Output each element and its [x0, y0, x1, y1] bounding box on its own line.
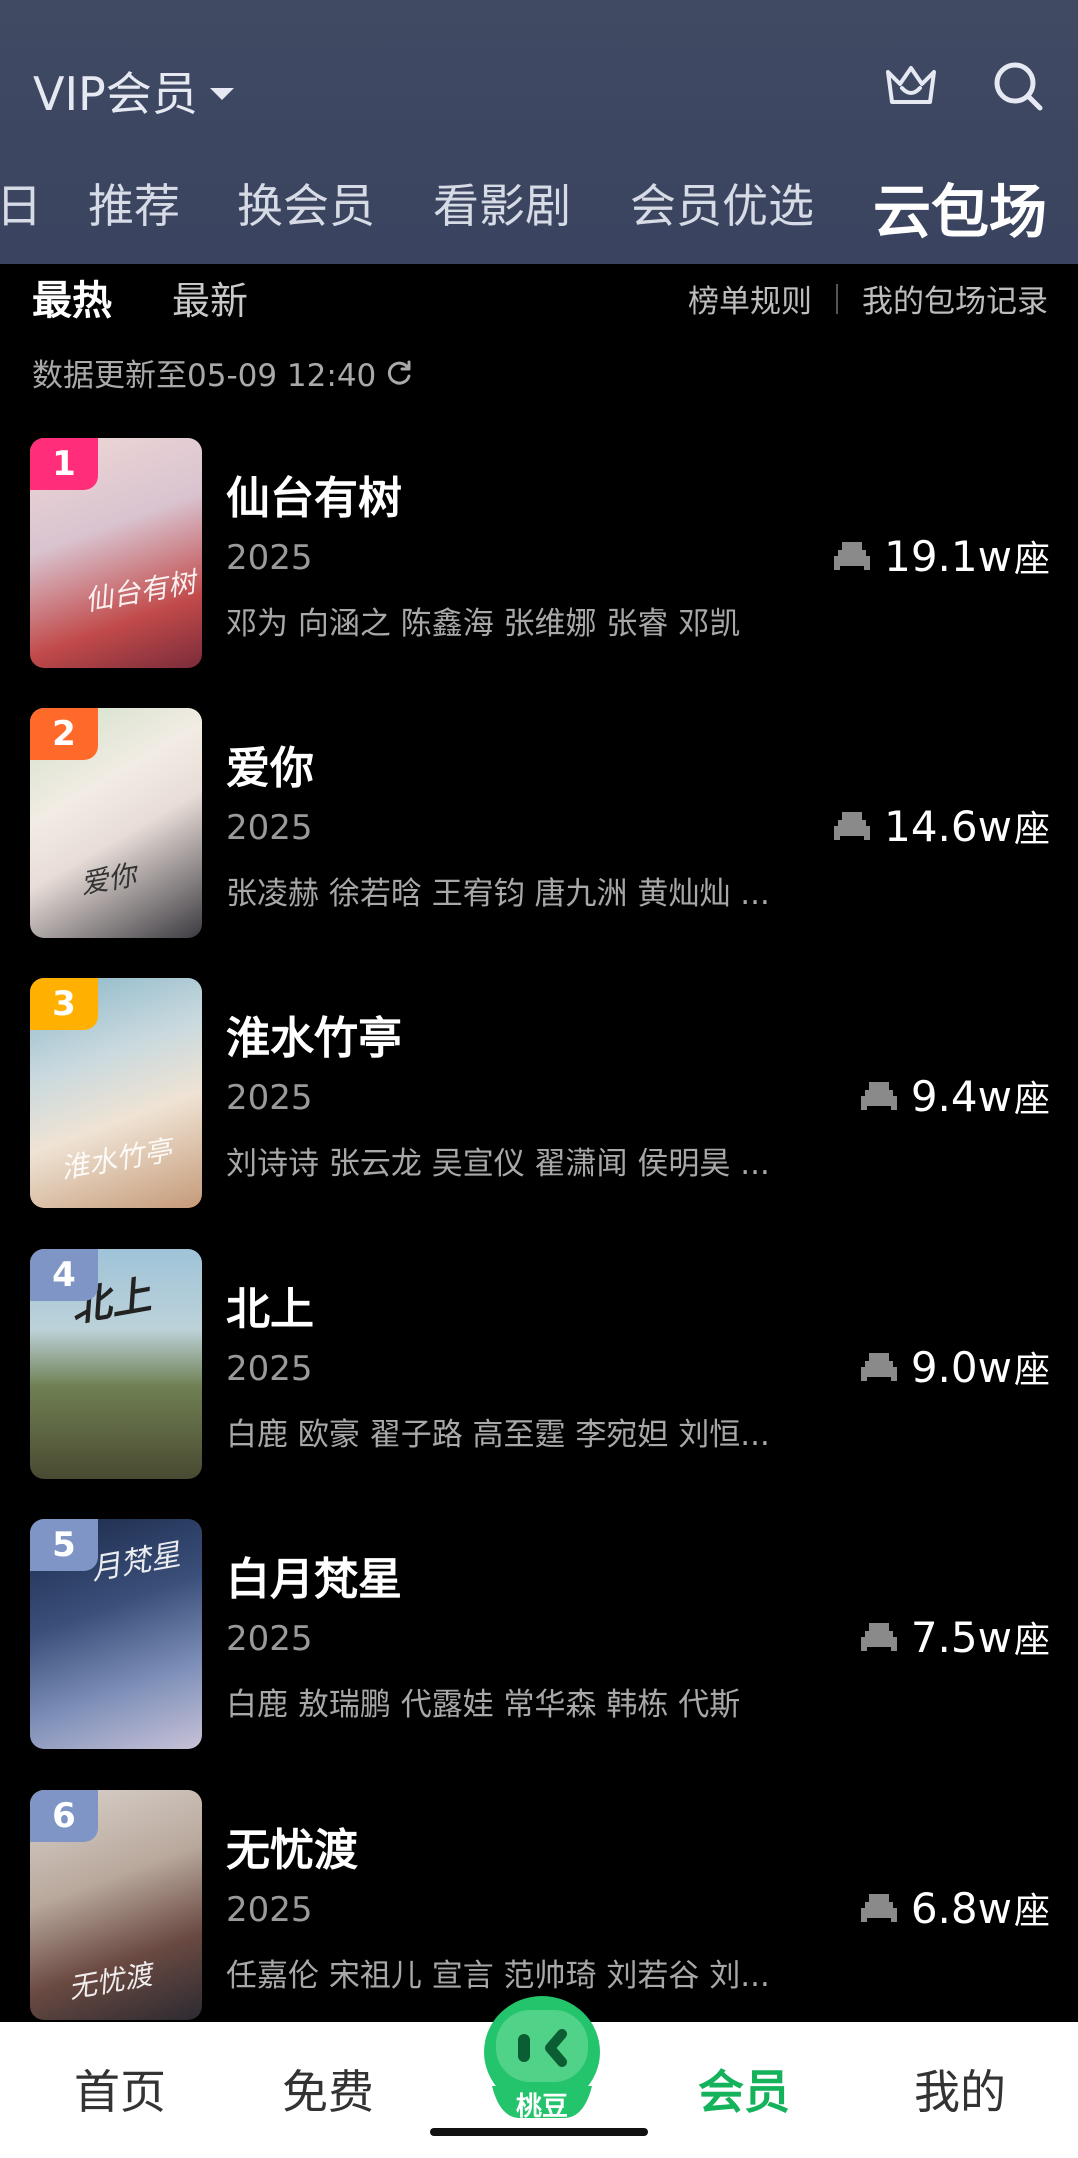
title: 仙台有树	[226, 473, 402, 524]
rank-badge: 4	[30, 1249, 98, 1301]
tab-movies-shows[interactable]: 看影剧	[433, 170, 571, 236]
crown-icon[interactable]	[882, 58, 940, 114]
seat-number: 9.4w	[910, 1071, 1012, 1121]
top-header: VIP会员 日 推荐 换会员 看影剧 会员优选 云包场	[0, 0, 1078, 264]
seat-icon	[834, 812, 871, 840]
seat-unit: 座	[1013, 539, 1050, 580]
poster-image: 爱你 2	[30, 708, 202, 938]
poster-title-art: 月梵星	[88, 1537, 183, 1588]
title: 无忧渡	[226, 1825, 358, 1876]
seat-unit: 座	[1013, 1079, 1050, 1120]
taodou-mascot-button[interactable]: 桃豆	[480, 1990, 604, 2124]
home-indicator	[430, 2128, 648, 2136]
poster-image: 月梵星 5	[30, 1519, 202, 1749]
cast: 任嘉伦 宋祖儿 宣言 范帅琦 刘若谷 刘...	[226, 1958, 770, 1994]
rank-badge: 1	[30, 438, 98, 490]
poster-title-art: 淮水竹亭	[58, 1133, 175, 1186]
seat-number: 6.8w	[910, 1883, 1012, 1933]
title: 北上	[226, 1284, 314, 1335]
cast: 邓为 向涵之 陈鑫海 张维娜 张睿 邓凯	[226, 606, 741, 642]
seat-unit: 座	[1013, 809, 1050, 850]
sort-hot-tab[interactable]: 最热	[32, 268, 112, 326]
cast: 白鹿 欧豪 翟子路 高至霆 李宛妲 刘恒...	[226, 1417, 770, 1453]
seat-icon	[860, 1353, 897, 1381]
seat-count: 9.0w 座	[859, 1341, 1050, 1393]
poster-title-art: 无忧渡	[66, 1957, 155, 2006]
seat-number: 14.6w	[884, 801, 1012, 851]
update-text: 数据更新至05-09 12:40	[32, 358, 377, 394]
poster-image: 无忧渡 6	[30, 1790, 202, 2020]
list-item[interactable]: 爱你 2 爱你 2025 张凌赫 徐若晗 王宥钧 唐九洲 黄灿灿 ... 14.…	[0, 708, 1078, 940]
poster-title-art: 爱你	[77, 858, 139, 901]
ranking-rules-link[interactable]: 榜单规则	[688, 276, 812, 321]
nav-free[interactable]: 免费	[282, 2056, 374, 2122]
cast: 张凌赫 徐若晗 王宥钧 唐九洲 黄灿灿 ...	[226, 876, 770, 912]
sort-toggle: 最热 最新	[32, 268, 248, 326]
seat-number: 7.5w	[910, 1612, 1012, 1662]
tab-recommend[interactable]: 推荐	[88, 170, 180, 236]
year: 2025	[226, 1349, 313, 1389]
search-icon[interactable]	[990, 58, 1046, 114]
list-item[interactable]: 仙台有树 1 仙台有树 2025 邓为 向涵之 陈鑫海 张维娜 张睿 邓凯 19…	[0, 438, 1078, 670]
vip-title-label: VIP会员	[33, 67, 198, 121]
refresh-icon[interactable]	[384, 358, 414, 388]
rank-badge: 3	[30, 978, 98, 1030]
poster-image: 淮水竹亭 3	[30, 978, 202, 1208]
year: 2025	[226, 538, 313, 578]
mascot-label: 桃豆	[516, 2092, 569, 2122]
rank-badge: 6	[30, 1790, 98, 1842]
seat-unit: 座	[1013, 1891, 1050, 1932]
tab-member-picks[interactable]: 会员优选	[630, 170, 814, 236]
tab-cloud-screening[interactable]: 云包场	[873, 165, 1047, 249]
year: 2025	[226, 1890, 313, 1930]
list-item[interactable]: 月梵星 5 白月梵星 2025 白鹿 敖瑞鹏 代露娃 常华森 韩栋 代斯 7.5…	[0, 1519, 1078, 1751]
sort-new-tab[interactable]: 最新	[172, 270, 248, 325]
seat-count: 14.6w 座	[832, 800, 1050, 852]
nav-home[interactable]: 首页	[74, 2056, 166, 2122]
seat-icon	[860, 1623, 897, 1651]
seat-number: 9.0w	[910, 1342, 1012, 1392]
poster-image: 北上 4	[30, 1249, 202, 1479]
seat-number: 19.1w	[884, 531, 1012, 581]
list-item[interactable]: 无忧渡 6 无忧渡 2025 任嘉伦 宋祖儿 宣言 范帅琦 刘若谷 刘... 6…	[0, 1790, 1078, 2022]
seat-count: 6.8w 座	[859, 1882, 1050, 1934]
poster-title-art: 仙台有树	[82, 565, 199, 618]
nav-member[interactable]: 会员	[698, 2056, 790, 2122]
rank-badge: 2	[30, 708, 98, 760]
title: 淮水竹亭	[226, 1013, 402, 1064]
poster-image: 仙台有树 1	[30, 438, 202, 668]
seat-count: 19.1w 座	[832, 530, 1050, 582]
caret-down-icon	[209, 88, 234, 100]
cast: 刘诗诗 张云龙 吴宣仪 翟潇闻 侯明昊 ...	[226, 1146, 770, 1182]
cast: 白鹿 敖瑞鹏 代露娃 常华森 韩栋 代斯	[226, 1687, 741, 1723]
divider	[836, 283, 838, 314]
seat-count: 7.5w 座	[859, 1611, 1050, 1663]
seat-unit: 座	[1013, 1350, 1050, 1391]
seat-unit: 座	[1013, 1620, 1050, 1661]
nav-mine[interactable]: 我的	[914, 2056, 1006, 2122]
list-item[interactable]: 淮水竹亭 3 淮水竹亭 2025 刘诗诗 张云龙 吴宣仪 翟潇闻 侯明昊 ...…	[0, 978, 1078, 1210]
year: 2025	[226, 808, 313, 848]
seat-icon	[860, 1894, 897, 1922]
vip-dropdown[interactable]: VIP会员	[33, 58, 234, 124]
update-status: 数据更新至05-09 12:40	[32, 350, 414, 395]
year: 2025	[226, 1078, 313, 1118]
my-records-link[interactable]: 我的包场记录	[862, 276, 1048, 321]
list-item[interactable]: 北上 4 北上 2025 白鹿 欧豪 翟子路 高至霆 李宛妲 刘恒... 9.0…	[0, 1249, 1078, 1481]
seat-count: 9.4w 座	[859, 1070, 1050, 1122]
page: VIP会员 日 推荐 换会员 看影剧 会员优选 云包场 最热 最新 榜单规则 我…	[0, 0, 1078, 2158]
seat-icon	[834, 542, 871, 570]
seat-icon	[860, 1082, 897, 1110]
tab-day[interactable]: 日	[0, 170, 42, 236]
tab-switch-membership[interactable]: 换会员	[237, 170, 375, 236]
rank-badge: 5	[30, 1519, 98, 1571]
subbar-links: 榜单规则 我的包场记录	[688, 276, 1048, 321]
year: 2025	[226, 1619, 313, 1659]
title: 爱你	[226, 743, 314, 794]
title: 白月梵星	[226, 1554, 402, 1605]
